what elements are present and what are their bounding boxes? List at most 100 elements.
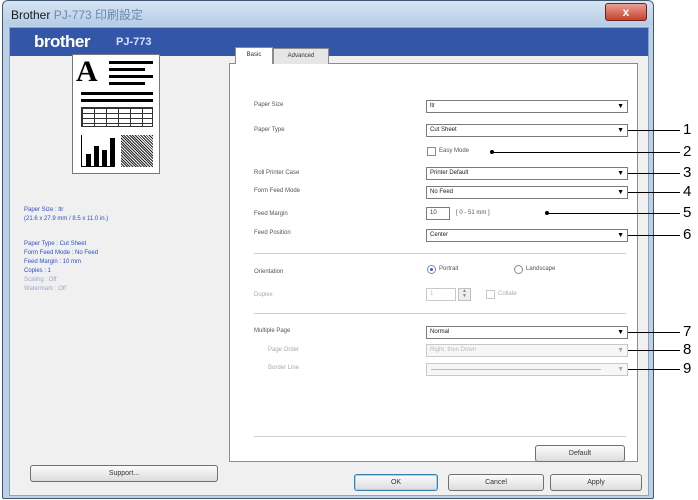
easy-mode-checkbox[interactable] bbox=[427, 147, 436, 156]
page-order-select[interactable]: Right, then Down ▼ bbox=[426, 344, 628, 357]
default-button[interactable]: Default bbox=[535, 445, 625, 462]
callout-number-3: 3 bbox=[683, 164, 692, 181]
tab-basic[interactable]: Basic bbox=[235, 47, 273, 64]
paper-size-select[interactable]: ltr ▼ bbox=[426, 100, 628, 113]
preview-image-pattern bbox=[121, 135, 153, 167]
border-line-label: Border Line bbox=[268, 365, 300, 371]
brand-banner: brother PJ-773 bbox=[10, 28, 648, 56]
section-divider bbox=[254, 313, 626, 314]
dropdown-arrow-icon: ▼ bbox=[617, 103, 624, 110]
dropdown-arrow-icon: ▼ bbox=[617, 329, 624, 336]
dropdown-arrow-icon: ▼ bbox=[617, 366, 624, 373]
brother-logo: brother bbox=[34, 32, 91, 51]
callout-number-1: 1 bbox=[683, 121, 692, 138]
duplex-copies-input[interactable]: 1 bbox=[426, 288, 456, 301]
callout-number-6: 6 bbox=[683, 226, 692, 243]
tab-advanced[interactable]: Advanced bbox=[273, 48, 329, 64]
window-title: Brother PJ-773 印刷設定 bbox=[11, 6, 143, 23]
page-order-value: Right, then Down bbox=[430, 347, 477, 353]
landscape-radio[interactable] bbox=[514, 265, 523, 274]
screenshot-stage: Brother PJ-773 印刷設定 x brother PJ-773 A P… bbox=[0, 0, 698, 500]
multiple-page-label: Multiple Page bbox=[254, 328, 291, 334]
multiple-page-select[interactable]: Normal ▼ bbox=[426, 326, 628, 339]
cancel-button[interactable]: Cancel bbox=[448, 474, 544, 491]
feed-margin-label: Feed Margin bbox=[254, 211, 288, 217]
apply-button[interactable]: Apply bbox=[550, 474, 642, 491]
window-title-model: PJ-773 印刷設定 bbox=[53, 8, 144, 22]
preview-table-icon bbox=[81, 107, 153, 127]
portrait-label: Portrait bbox=[439, 266, 459, 272]
form-feed-mode-select[interactable]: No Feed ▼ bbox=[426, 186, 628, 199]
preview-text-line bbox=[109, 68, 145, 71]
duplex-label: Duplex bbox=[254, 292, 273, 298]
ok-button[interactable]: OK bbox=[354, 474, 438, 491]
page-preview: A bbox=[72, 54, 160, 174]
paper-type-value: Cut Sheet bbox=[430, 127, 457, 133]
preview-text-line bbox=[81, 92, 153, 95]
preview-bar bbox=[94, 146, 99, 166]
collate-checkbox[interactable] bbox=[486, 290, 495, 299]
feed-position-label: Feed Position bbox=[254, 230, 291, 236]
dropdown-arrow-icon: ▼ bbox=[617, 232, 624, 239]
landscape-label: Landscape bbox=[526, 266, 556, 272]
preview-letter-a-icon: A bbox=[76, 55, 98, 88]
roll-printer-case-select[interactable]: Printer Default ▼ bbox=[426, 167, 628, 180]
section-divider bbox=[254, 436, 626, 437]
info-paper-dimensions: (21.6 x 27.9 mm / 8.5 x 11.0 in.) bbox=[24, 216, 109, 222]
callout-leader-7 bbox=[628, 332, 680, 333]
feed-margin-range: [ 0 - 51 mm ] bbox=[456, 210, 490, 216]
duplex-spinner-icon[interactable]: ▲ ▼ bbox=[458, 288, 471, 301]
callout-number-8: 8 bbox=[683, 341, 692, 358]
close-button[interactable]: x bbox=[605, 3, 647, 21]
paper-size-label: Paper Size bbox=[254, 102, 284, 108]
info-scaling: Scaling : Off bbox=[24, 277, 57, 283]
model-name: PJ-773 bbox=[116, 36, 152, 48]
info-copies: Copies : 1 bbox=[24, 268, 52, 274]
form-feed-mode-label: Form Feed Mode bbox=[254, 188, 301, 194]
form-feed-mode-value: No Feed bbox=[430, 189, 454, 195]
collate-label: Collate bbox=[498, 291, 517, 297]
paper-type-label: Paper Type bbox=[254, 127, 285, 133]
portrait-radio[interactable] bbox=[427, 265, 436, 274]
window-title-app: Brother bbox=[11, 8, 51, 22]
easy-mode-label: Easy Mode bbox=[439, 148, 470, 154]
roll-printer-case-value: Printer Default bbox=[430, 170, 469, 176]
callout-leader-8 bbox=[628, 350, 680, 351]
preview-bar-chart-icon bbox=[81, 135, 115, 167]
callout-number-5: 5 bbox=[683, 204, 692, 221]
section-divider bbox=[254, 253, 626, 254]
callout-leader-4 bbox=[628, 192, 680, 193]
callout-number-4: 4 bbox=[683, 183, 692, 200]
info-form-feed-mode: Form Feed Mode : No Feed bbox=[24, 250, 99, 256]
callout-number-9: 9 bbox=[683, 360, 692, 377]
callout-number-7: 7 bbox=[683, 323, 692, 340]
dropdown-arrow-icon: ▼ bbox=[617, 189, 624, 196]
callout-leader-3 bbox=[628, 173, 680, 174]
paper-type-select[interactable]: Cut Sheet ▼ bbox=[426, 124, 628, 137]
page-order-label: Page Order bbox=[268, 347, 300, 353]
preview-text-line bbox=[81, 99, 153, 102]
callout-leader-6 bbox=[628, 235, 680, 236]
support-button[interactable]: Support... bbox=[30, 465, 218, 482]
feed-position-select[interactable]: Center ▼ bbox=[426, 229, 628, 242]
info-feed-margin: Feed Margin : 10 mm bbox=[24, 259, 82, 265]
orientation-label: Orientation bbox=[254, 269, 284, 275]
info-watermark: Watermark : Off bbox=[24, 286, 67, 292]
callout-leader-2 bbox=[492, 152, 680, 153]
preview-bar bbox=[86, 154, 91, 166]
multiple-page-value: Normal bbox=[430, 329, 450, 335]
feed-margin-input[interactable]: 10 bbox=[426, 207, 450, 220]
callout-leader-9 bbox=[628, 369, 680, 370]
paper-size-value: ltr bbox=[430, 103, 435, 109]
preview-text-line bbox=[109, 75, 153, 78]
dropdown-arrow-icon: ▼ bbox=[617, 347, 624, 354]
title-bar: Brother PJ-773 印刷設定 x bbox=[3, 1, 653, 25]
preview-text-line bbox=[109, 82, 145, 85]
feed-position-value: Center bbox=[430, 232, 449, 238]
dropdown-arrow-icon: ▼ bbox=[617, 170, 624, 177]
border-line-sample bbox=[431, 369, 601, 370]
preview-bar bbox=[102, 150, 107, 166]
border-line-select[interactable]: ▼ bbox=[426, 363, 628, 376]
info-paper-type: Paper Type : Cut Sheet bbox=[24, 241, 87, 247]
callout-leader-1 bbox=[628, 130, 680, 131]
